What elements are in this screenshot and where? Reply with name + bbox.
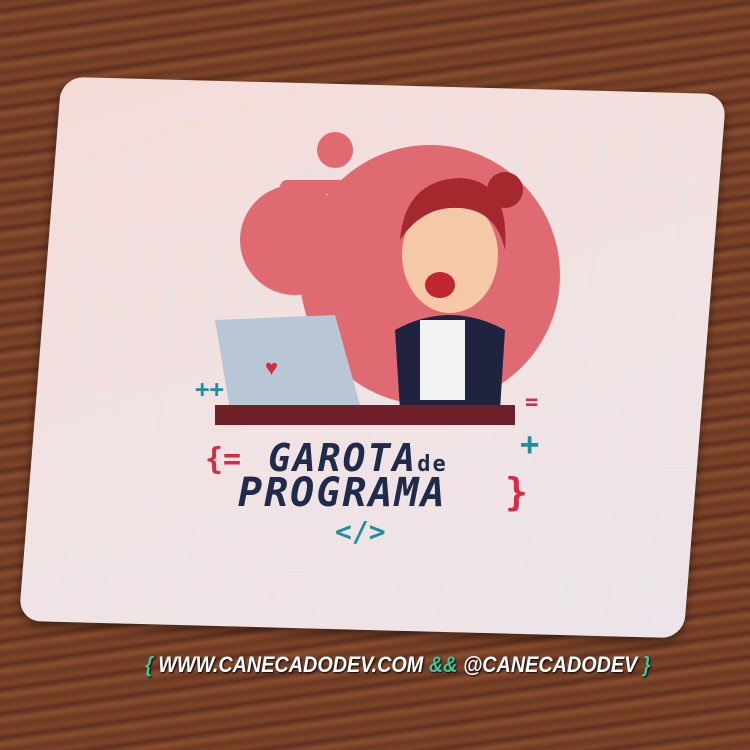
plus-plus-symbol: ++ [195,375,224,403]
footer-caption: { WWW.CANECADODEV.COM && @CANECADODEV } [145,652,651,678]
desk [215,405,515,425]
brace-open: {= [205,442,242,477]
illustration: ♥ [215,132,560,425]
code-tag-symbol: </> [335,515,386,548]
handle-text: @CANECADODEV [462,652,638,677]
brace-close: } [642,652,651,677]
and-symbol: && [428,652,458,677]
svg-text:♥: ♥ [265,355,278,380]
plus-symbol: + [520,425,540,463]
title-line2: PROGRAMA [238,470,447,516]
equals-symbol: = [525,390,539,415]
laptop [215,315,360,410]
website-text: WWW.CANECADODEV.COM [158,652,424,677]
brace-open: { [145,652,153,677]
brace-close: } [505,470,528,514]
